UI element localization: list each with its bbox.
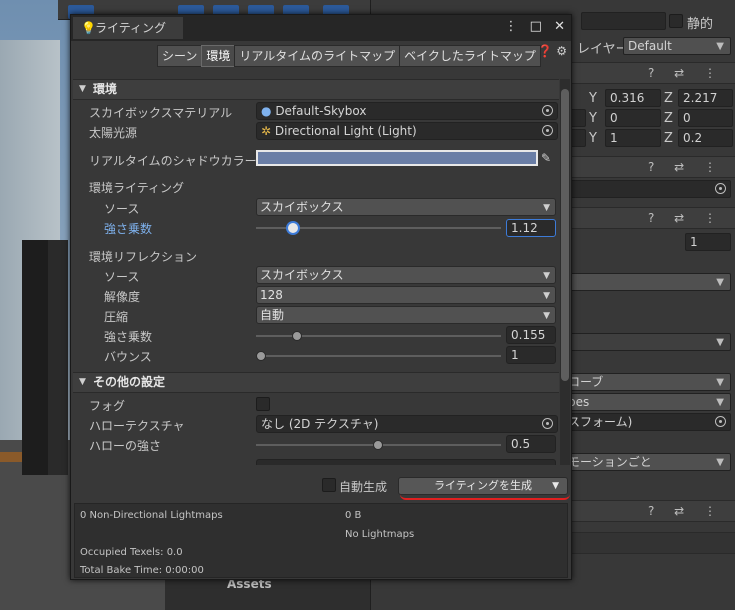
intensity-slider-handle[interactable]	[286, 221, 300, 235]
help-settings-icons: ❓ ⚙	[537, 44, 567, 58]
intensity-input[interactable]: 1.12	[506, 219, 556, 237]
layer-dropdown[interactable]: Default ▼	[623, 37, 731, 55]
total-bake-time: Total Bake Time: 0:00:00	[80, 565, 204, 576]
lighting-tab-title: ライティング	[95, 21, 167, 35]
red-annotation-underline	[400, 494, 570, 500]
generate-lighting-button[interactable]: ライティングを生成 ▼	[398, 477, 568, 495]
lighting-tab-bar: シーン 環境 リアルタイムのライトマップ ベイクしたライトマップ	[157, 45, 541, 69]
fog-checkbox[interactable]	[256, 397, 270, 411]
auto-generate-label: 自動生成	[339, 480, 388, 494]
light-icon: ✲	[261, 124, 272, 138]
sun-source-field[interactable]: ✲ Directional Light (Light)	[256, 122, 558, 140]
resolution-dropdown[interactable]: 128 ▼	[256, 286, 556, 304]
tab-environment[interactable]: 環境	[201, 45, 236, 67]
dropdown-arrow-icon[interactable]: ▼	[552, 478, 559, 494]
bounces-slider-handle[interactable]	[256, 351, 266, 361]
skybox-material-field[interactable]: ● Default-Skybox	[256, 102, 558, 120]
shadow-color-swatch[interactable]	[256, 150, 538, 166]
reflection-intensity-label: 強さ乗数	[104, 330, 153, 344]
compression-dropdown[interactable]: 自動 ▼	[256, 306, 556, 324]
object-picker-icon[interactable]	[542, 125, 553, 136]
more-options-icon[interactable]: ⋮	[505, 19, 518, 34]
tab-baked-lightmaps[interactable]: ベイクしたライトマップ	[399, 45, 541, 67]
object-picker-icon[interactable]	[542, 418, 553, 429]
reflection-intensity-slider-handle[interactable]	[292, 331, 302, 341]
lighting-window: 💡 ライティング ⋮ □ ✕ シーン 環境 リアルタイムのライトマップ ベイクし…	[70, 14, 572, 580]
object-picker-icon[interactable]	[542, 105, 553, 116]
reflection-source-dropdown[interactable]: スカイボックス ▼	[256, 266, 556, 284]
material-icon: ●	[261, 104, 272, 118]
pos-z-field[interactable]: 2.217	[678, 89, 733, 107]
rot-y-field[interactable]: 0	[605, 109, 661, 127]
environment-reflections-label: 環境リフレクション	[89, 250, 198, 264]
layer-label: レイヤー	[577, 42, 629, 57]
collapse-triangle-icon: ▼	[79, 84, 86, 94]
maximize-icon[interactable]: □	[530, 19, 542, 34]
other-settings-section-header[interactable]: ▼ その他の設定	[73, 372, 559, 393]
help-icon[interactable]: ❓	[537, 44, 552, 58]
bounces-label: バウンス	[104, 350, 152, 364]
environment-lighting-label: 環境ライティング	[89, 181, 185, 195]
int-field[interactable]: 1	[685, 233, 731, 251]
compression-label: 圧縮	[104, 310, 129, 324]
scrollbar-thumb[interactable]	[561, 89, 569, 381]
resolution-label: 解像度	[104, 290, 141, 304]
lightmap-stats-panel: 0 Non-Directional Lightmaps 0 B No Light…	[74, 503, 568, 578]
name-field[interactable]	[581, 12, 666, 30]
lighting-content: ▼ 環境 スカイボックスマテリアル ● Default-Skybox 太陽光源 …	[73, 79, 559, 465]
lightbulb-icon: 💡	[81, 21, 96, 35]
pos-y-field[interactable]: 0.316	[605, 89, 661, 107]
auto-generate-checkbox[interactable]	[322, 478, 336, 492]
close-icon[interactable]: ✕	[554, 19, 565, 34]
halo-texture-label: ハローテクスチャ	[89, 419, 185, 433]
halo-strength-slider-handle[interactable]	[373, 440, 383, 450]
window-controls: ⋮ □ ✕	[497, 19, 565, 34]
environment-section-header[interactable]: ▼ 環境	[73, 79, 559, 100]
skybox-material-label: スカイボックスマテリアル	[89, 106, 233, 120]
rot-z-field[interactable]: 0	[678, 109, 733, 127]
shadow-color-label: リアルタイムのシャドウカラー	[89, 154, 257, 168]
reflection-source-label: ソース	[104, 270, 140, 284]
lighting-tab[interactable]: 💡 ライティング	[73, 17, 183, 39]
static-checkbox[interactable]	[669, 14, 683, 28]
tab-scene[interactable]: シーン	[157, 45, 203, 67]
lightmaps-size: 0 B	[345, 510, 362, 521]
scale-z-field[interactable]: 0.2	[678, 129, 733, 147]
scene-ladder	[22, 240, 68, 475]
lightmaps-count: 0 Non-Directional Lightmaps	[80, 510, 223, 521]
occupied-texels: Occupied Texels: 0.0	[80, 547, 183, 558]
static-label: 静的	[687, 17, 714, 32]
halo-strength-input[interactable]: 0.5	[506, 435, 556, 453]
fog-label: フォグ	[89, 399, 126, 413]
sun-source-label: 太陽光源	[89, 126, 138, 140]
eyedropper-icon[interactable]: ✎	[541, 151, 551, 165]
collapse-triangle-icon: ▼	[79, 377, 86, 387]
content-scrollbar[interactable]	[560, 79, 570, 465]
cut-off-field[interactable]	[256, 459, 556, 465]
lighting-source-dropdown[interactable]: スカイボックス ▼	[256, 198, 556, 216]
scale-y-field[interactable]: 1	[605, 129, 661, 147]
bounces-input[interactable]: 1	[506, 346, 556, 364]
lighting-source-label: ソース	[104, 202, 140, 216]
intensity-multiplier-label: 強さ乗数	[104, 222, 153, 236]
tab-realtime-lightmaps[interactable]: リアルタイムのライトマップ	[234, 45, 401, 67]
halo-strength-label: ハローの強さ	[89, 439, 162, 453]
bounces-slider-track[interactable]	[256, 355, 501, 357]
no-lightmaps-label: No Lightmaps	[345, 529, 415, 540]
gear-icon[interactable]: ⚙	[556, 44, 567, 58]
reflection-intensity-input[interactable]: 0.155	[506, 326, 556, 344]
halo-texture-field[interactable]: なし (2D テクスチャ)	[256, 415, 558, 433]
